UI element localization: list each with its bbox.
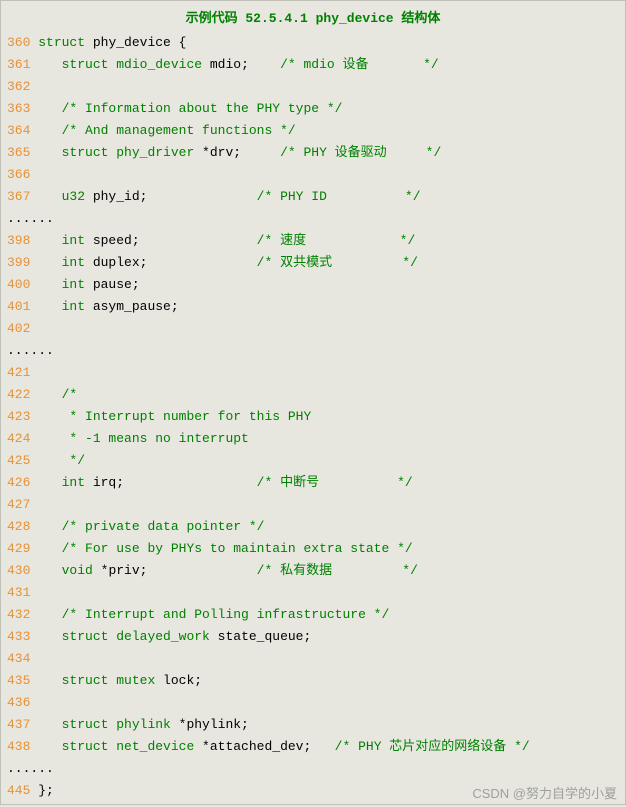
code-line: 434 [3,648,623,670]
code-line: 421 [3,362,623,384]
code-line: 431 [3,582,623,604]
code-line: 423 * Interrupt number for this PHY [3,406,623,428]
code-line: 360 struct phy_device { [3,32,623,54]
code-line: 438 struct net_device *attached_dev; /* … [3,736,623,758]
code-line: 425 */ [3,450,623,472]
code-line: 363 /* Information about the PHY type */ [3,98,623,120]
code-line: 399 int duplex; /* 双共模式 */ [3,252,623,274]
code-title: 示例代码 52.5.4.1 phy_device 结构体 [3,5,623,32]
code-line: 432 /* Interrupt and Polling infrastruct… [3,604,623,626]
code-line: 398 int speed; /* 速度 */ [3,230,623,252]
code-line: 400 int pause; [3,274,623,296]
code-line: 422 /* [3,384,623,406]
code-line: 365 struct phy_driver *drv; /* PHY 设备驱动 … [3,142,623,164]
code-line: 429 /* For use by PHYs to maintain extra… [3,538,623,560]
ellipsis: ...... [3,340,623,362]
code-line: 401 int asym_pause; [3,296,623,318]
code-line: 367 u32 phy_id; /* PHY ID */ [3,186,623,208]
ellipsis: ...... [3,208,623,230]
code-line: 361 struct mdio_device mdio; /* mdio 设备 … [3,54,623,76]
code-line: 428 /* private data pointer */ [3,516,623,538]
code-line: 366 [3,164,623,186]
code-line: 424 * -1 means no interrupt [3,428,623,450]
code-line: 430 void *priv; /* 私有数据 */ [3,560,623,582]
code-line: 364 /* And management functions */ [3,120,623,142]
code-line: 426 int irq; /* 中断号 */ [3,472,623,494]
code-line: 427 [3,494,623,516]
code-block: 示例代码 52.5.4.1 phy_device 结构体 360 struct … [0,0,626,805]
watermark: CSDN @努力自学的小夏 [472,783,617,802]
code-line: 433 struct delayed_work state_queue; [3,626,623,648]
ellipsis: ...... [3,758,623,780]
code-line: 437 struct phylink *phylink; [3,714,623,736]
code-line: 402 [3,318,623,340]
code-line: 436 [3,692,623,714]
code-line: 435 struct mutex lock; [3,670,623,692]
code-line: 362 [3,76,623,98]
